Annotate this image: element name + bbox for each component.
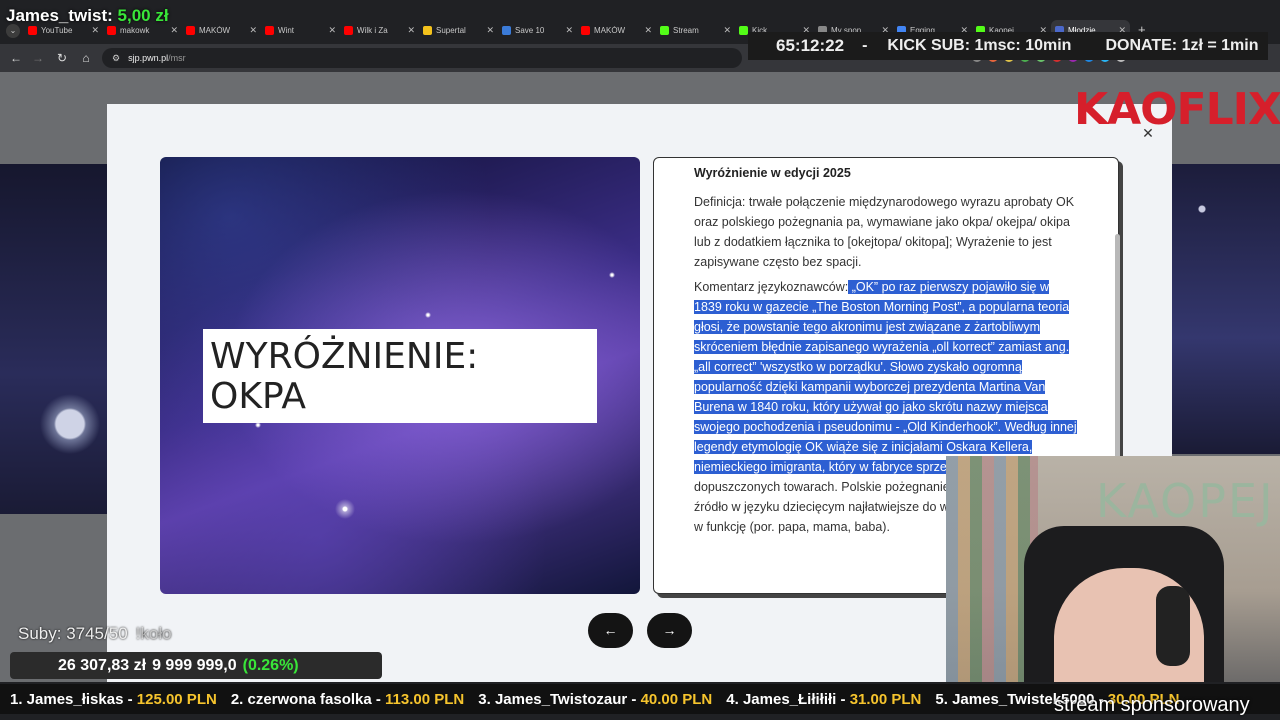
tab-label: Stream [673, 25, 699, 35]
subs-counter: Suby: 3745/50 !koło [18, 624, 172, 644]
tab-close-icon[interactable]: ✕ [91, 25, 99, 36]
subathon-timer: 65:12:22 [776, 36, 845, 55]
ticker-donor-name: 2. czerwona fasolka - [230, 690, 381, 708]
donor-name: James_twist: [6, 6, 113, 25]
tab-close-icon[interactable]: ✕ [328, 25, 336, 36]
tab-close-icon[interactable]: ✕ [565, 25, 573, 36]
donor-amount: 5,00 zł [117, 6, 169, 25]
ticker-donor-name: 3. James_Twistozaur - [478, 690, 637, 708]
tab-favicon-icon [660, 25, 669, 35]
tab-favicon-icon [581, 25, 590, 35]
browser-tab[interactable]: Supertal ✕ [419, 20, 498, 40]
donate-rate: DONATE: 1zł = 1min [1105, 37, 1259, 54]
sponsored-label: stream sponsorowany [1054, 694, 1250, 716]
goal-percent: (0.26%) [242, 656, 299, 674]
tab-close-icon[interactable]: ✕ [170, 25, 178, 36]
tab-favicon-icon [107, 25, 116, 35]
tab-favicon-icon [186, 25, 195, 35]
image-title-line-1: WYRÓŻNIENIE: [210, 336, 479, 377]
back-arrow-icon[interactable]: ← [8, 50, 24, 66]
kaoflix-logo: KAOFLIX [1074, 84, 1280, 135]
url-path: /msr [168, 53, 186, 63]
separator: - [862, 37, 868, 54]
tab-favicon-icon [344, 25, 353, 35]
tab-label: Wilk i Za [357, 25, 388, 35]
next-button[interactable]: → [647, 613, 692, 648]
comment-label: Komentarz językoznawców: [694, 280, 849, 294]
donation-goal-bar: 26 307,83 zł 9 999 999,0 (0.26%) [10, 652, 382, 679]
forward-arrow-icon[interactable]: → [30, 50, 46, 66]
browser-tab[interactable]: Wint ✕ [261, 20, 340, 40]
image-title-box: WYRÓŻNIENIE: OKPA [203, 329, 597, 423]
galaxy-image-card: WYRÓŻNIENIE: OKPA [160, 157, 640, 594]
goal-target: 9 999 999,0 [152, 656, 237, 674]
tab-label: Wint [278, 25, 294, 35]
tab-favicon-icon [28, 25, 37, 35]
tab-favicon-icon [502, 25, 511, 35]
ticker-donor-amount: 125.00 PLN [136, 690, 217, 708]
ticker-entry: 2. czerwona fasolka - 113.00 PLN [231, 691, 464, 708]
ticker-donor-name: 4. James_Łiłiłiłi - [726, 690, 846, 708]
home-icon[interactable]: ⌂ [78, 50, 94, 66]
goal-current: 26 307,83 zł [58, 656, 147, 674]
tab-favicon-icon [265, 25, 274, 35]
ticker-donor-amount: 31.00 PLN [849, 690, 922, 708]
edition-heading: Wyróżnienie w edycji 2025 [694, 166, 851, 180]
tab-label: Save 10 [515, 25, 545, 35]
tab-close-icon[interactable]: ✕ [644, 25, 652, 36]
tab-search-icon[interactable]: ⌄ [6, 24, 20, 38]
webcam-feed: KAOPEJ [946, 456, 1280, 682]
reload-icon[interactable]: ↻ [54, 50, 70, 66]
ticker-donor-amount: 113.00 PLN [385, 690, 465, 708]
wall-neon-text: KAOPEJ [1096, 474, 1275, 528]
ticker-entry: 4. James_Łiłiłiłi - 31.00 PLN [726, 691, 921, 708]
prev-button[interactable]: ← [588, 613, 633, 648]
tab-close-icon[interactable]: ✕ [249, 25, 257, 36]
kick-sub-rate: KICK SUB: 1msc: 10min [887, 37, 1072, 54]
browser-tab[interactable]: MAKÓW ✕ [182, 20, 261, 40]
browser-tab[interactable]: Stream ✕ [656, 20, 735, 40]
ticker-entry: 3. James_Twistozaur - 40.00 PLN [478, 691, 712, 708]
ticker-entry: 1. James_łiskas - 125.00 PLN [10, 691, 217, 708]
subs-label: Suby: 3745/50 [18, 624, 128, 643]
browser-tab[interactable]: MAKÓW ✕ [577, 20, 656, 40]
ticker-donor-amount: 40.00 PLN [640, 690, 713, 708]
tab-label: YouTube [41, 25, 73, 35]
image-title-line-2: OKPA [210, 376, 306, 417]
microphone [1156, 586, 1190, 666]
background-space-image [0, 164, 107, 514]
subs-ghost-text: !koło [135, 624, 172, 643]
address-bar[interactable]: ⚙ sjp.pwn.pl/msr [102, 48, 742, 68]
tab-favicon-icon [739, 25, 748, 35]
tab-label: MAKÓW [199, 25, 231, 35]
tab-favicon-icon [423, 25, 432, 35]
tab-label: MAKÓW [594, 25, 626, 35]
stream-info-bar: 65:12:22 - KICK SUB: 1msc: 10min DONATE:… [748, 32, 1268, 60]
browser-tab[interactable]: Wilk i Za ✕ [340, 20, 419, 40]
last-donation: James_twist: 5,00 zł [6, 6, 169, 26]
selected-text: „OK” po raz pierwszy pojawiło się w 1839… [694, 280, 1077, 474]
site-info-icon[interactable]: ⚙ [112, 53, 120, 64]
tab-close-icon[interactable]: ✕ [723, 25, 731, 36]
tab-close-icon[interactable]: ✕ [407, 25, 415, 36]
ticker-donor-name: 1. James_łiskas - [10, 690, 133, 708]
background-space-image [1172, 164, 1280, 454]
browser-tab[interactable]: Save 10 ✕ [498, 20, 577, 40]
url-host: sjp.pwn.pl [128, 53, 169, 63]
tab-close-icon[interactable]: ✕ [486, 25, 494, 36]
tab-label: Supertal [436, 25, 466, 35]
definition-paragraph: Definicja: trwałe połączenie międzynarod… [694, 195, 1075, 269]
tab-label: makowk [120, 25, 150, 35]
